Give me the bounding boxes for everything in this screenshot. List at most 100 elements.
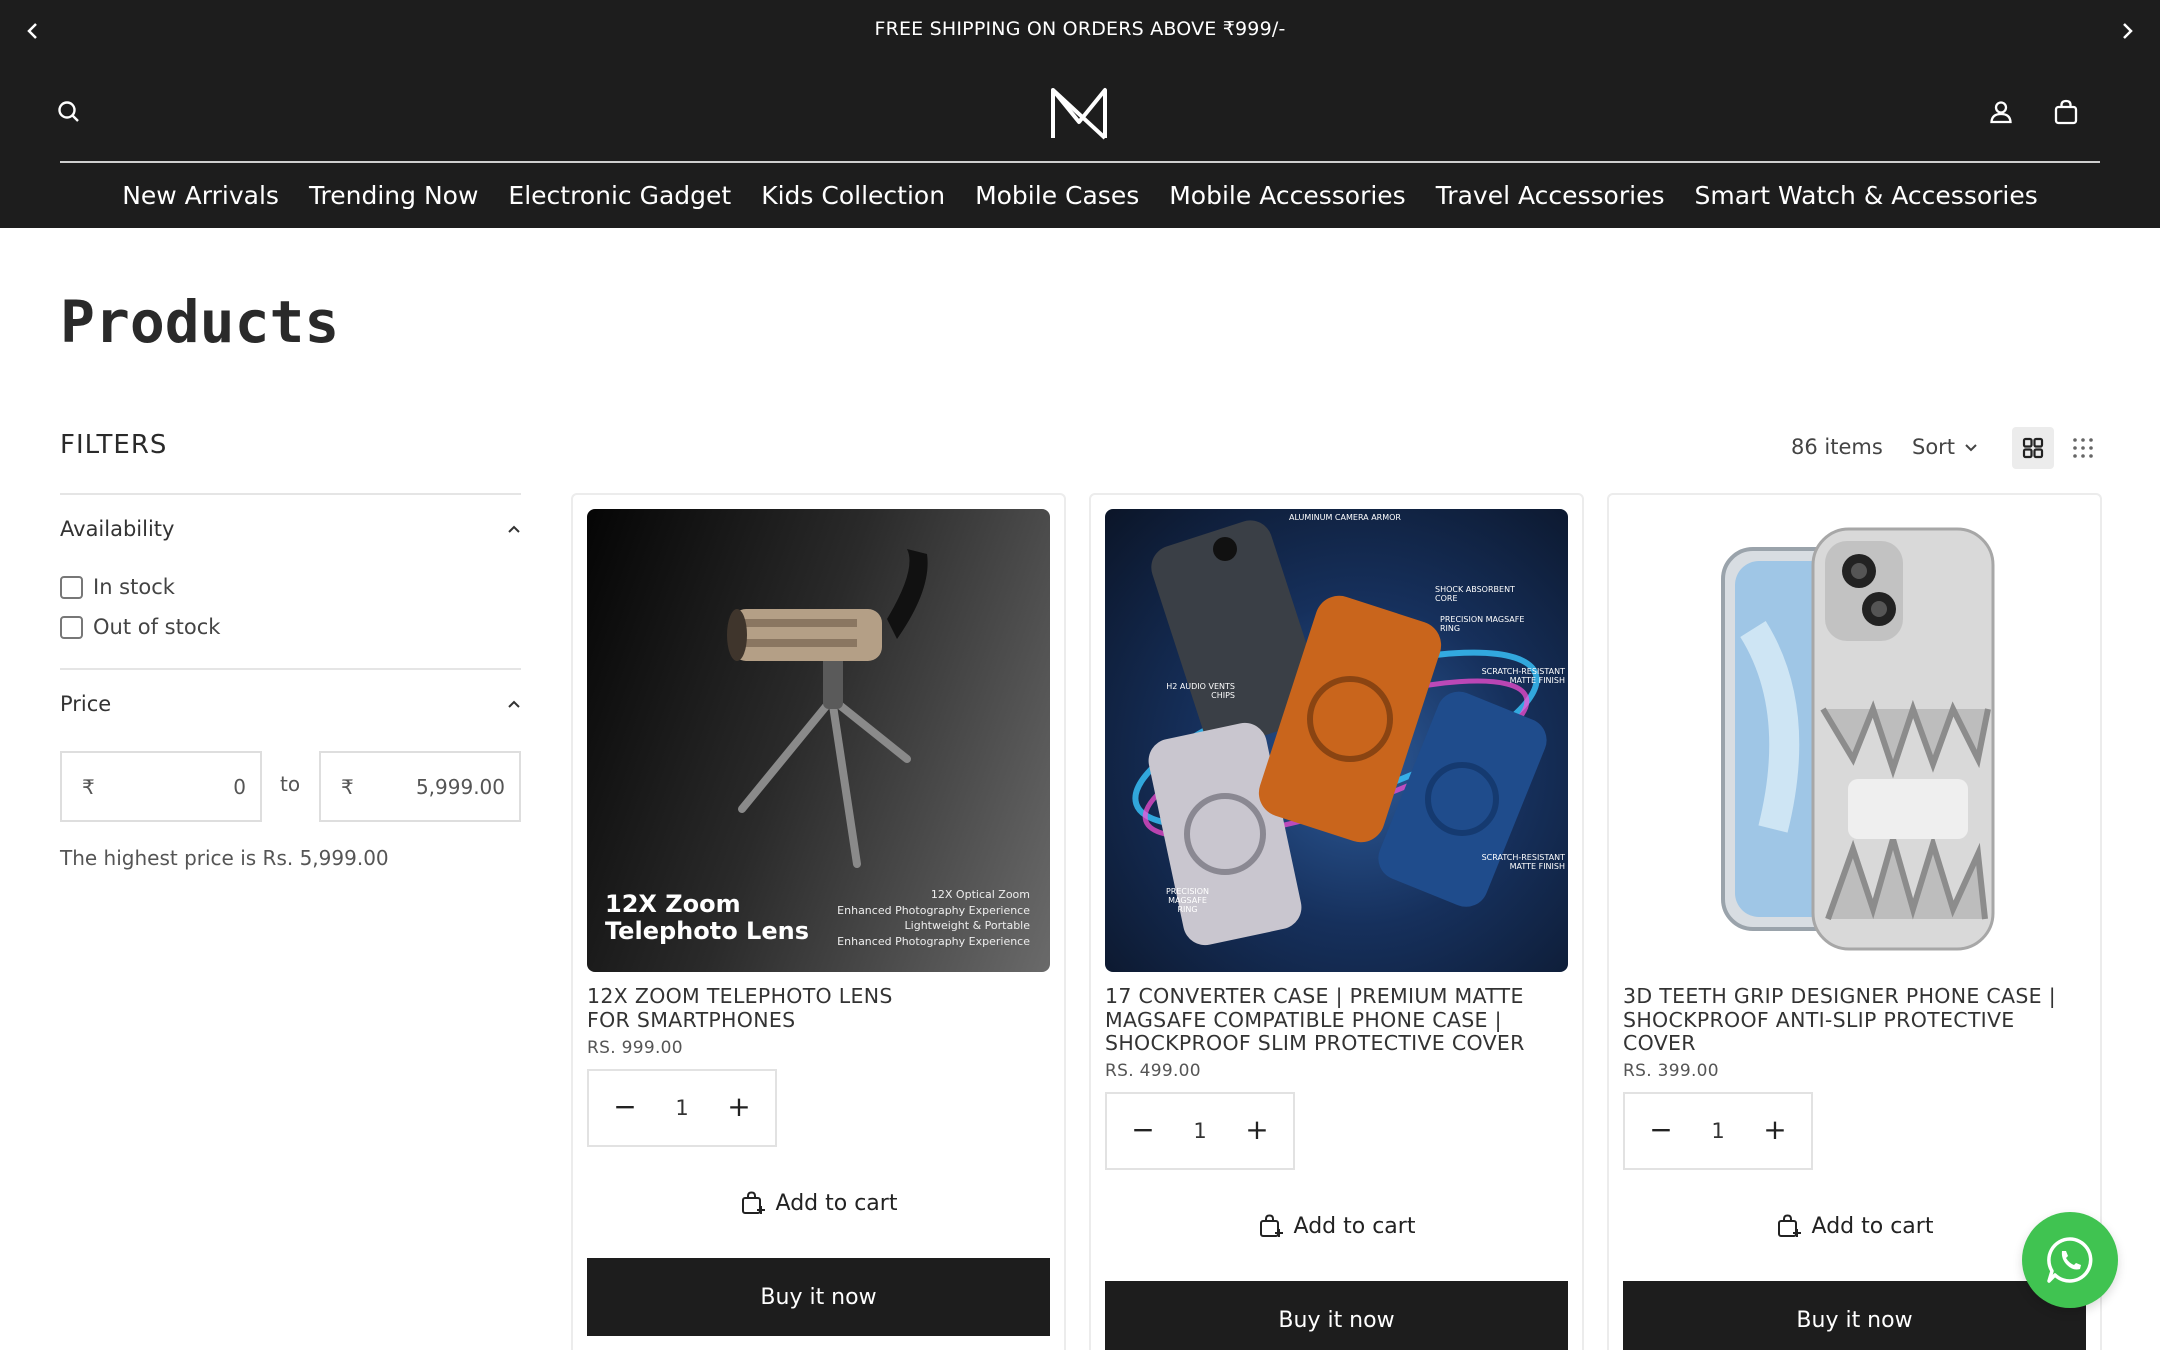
teeth-grip-case-illustration bbox=[1721, 527, 1995, 951]
quantity-value[interactable]: 1 bbox=[1193, 1119, 1206, 1143]
image-callout: H2 AUDIO VENTS CHIPS bbox=[1166, 682, 1235, 700]
price-max-field[interactable]: ₹ 5,999.00 bbox=[319, 751, 521, 822]
buy-now-button[interactable]: Buy it now bbox=[587, 1258, 1050, 1336]
in-stock-label: In stock bbox=[93, 575, 175, 599]
nav-item-mobile-cases[interactable]: Mobile Cases bbox=[975, 181, 1139, 210]
price-filter-toggle[interactable]: Price bbox=[60, 684, 521, 724]
filter-out-of-stock[interactable]: Out of stock bbox=[60, 615, 220, 639]
decrease-quantity-button[interactable]: − bbox=[1131, 1116, 1155, 1144]
product-price: RS. 999.00 bbox=[587, 1038, 683, 1058]
price-min-field[interactable]: ₹ 0 bbox=[60, 751, 262, 822]
search-button[interactable] bbox=[47, 90, 91, 134]
nav-item-kids-collection[interactable]: Kids Collection bbox=[761, 181, 945, 210]
add-to-cart-icon bbox=[1777, 1214, 1801, 1237]
image-headline: 12X Zoom bbox=[605, 890, 741, 918]
image-bullet: Lightweight & Portable bbox=[904, 919, 1030, 932]
price-min-value: 0 bbox=[233, 774, 246, 799]
decrease-quantity-button[interactable]: − bbox=[1649, 1116, 1673, 1144]
product-title[interactable]: 17 CONVERTER CASE | PREMIUM MATTE MAGSAF… bbox=[1105, 984, 1575, 1056]
announcement-bar: FREE SHIPPING ON ORDERS ABOVE ₹999/- bbox=[0, 0, 2160, 62]
currency-symbol: ₹ bbox=[82, 774, 95, 799]
nav-item-travel-accessories[interactable]: Travel Accessories bbox=[1436, 181, 1665, 210]
filter-divider bbox=[60, 493, 521, 495]
product-title[interactable]: 12X ZOOM TELEPHOTO LENS FOR SMARTPHONES bbox=[587, 984, 907, 1032]
nav-item-electronic-gadget[interactable]: Electronic Gadget bbox=[508, 181, 731, 210]
announcement-text: FREE SHIPPING ON ORDERS ABOVE ₹999/- bbox=[874, 18, 1286, 40]
increase-quantity-button[interactable]: + bbox=[727, 1093, 751, 1121]
user-icon bbox=[1990, 101, 2012, 124]
product-image[interactable]: 12X Zoom Telephoto Lens 12X Optical Zoom… bbox=[587, 509, 1050, 972]
product-count: 86 items bbox=[1791, 435, 1883, 459]
filter-divider bbox=[60, 668, 521, 670]
availability-filter-toggle[interactable]: Availability bbox=[60, 509, 521, 549]
add-to-cart-label: Add to cart bbox=[1811, 1213, 1934, 1239]
image-bullet: Enhanced Photography Experience bbox=[837, 903, 1030, 917]
buy-now-button[interactable]: Buy it now bbox=[1623, 1281, 2086, 1350]
account-button[interactable] bbox=[1979, 90, 2023, 134]
decrease-quantity-button[interactable]: − bbox=[613, 1093, 637, 1121]
add-to-cart-icon bbox=[741, 1191, 765, 1214]
quantity-value[interactable]: 1 bbox=[675, 1096, 688, 1120]
add-to-cart-label: Add to cart bbox=[775, 1190, 898, 1216]
image-headline: Telephoto Lens bbox=[605, 917, 809, 945]
product-title[interactable]: 3D TEETH GRIP DESIGNER PHONE CASE | SHOC… bbox=[1623, 984, 2093, 1056]
chevron-right-icon bbox=[2123, 23, 2133, 39]
add-to-cart-button[interactable]: Add to cart bbox=[587, 1178, 1050, 1228]
add-to-cart-icon bbox=[1259, 1214, 1283, 1237]
image-callout: PRECISION MAGSAFE RING bbox=[1165, 887, 1210, 914]
currency-symbol: ₹ bbox=[341, 774, 354, 799]
nav-item-mobile-accessories[interactable]: Mobile Accessories bbox=[1169, 181, 1405, 210]
filters-heading: FILTERS bbox=[60, 430, 168, 460]
image-bullet: 12X Optical Zoom bbox=[930, 888, 1030, 901]
shopping-bag-icon bbox=[2054, 99, 2078, 125]
product-price: RS. 399.00 bbox=[1623, 1061, 1719, 1081]
grid-small-view-button[interactable] bbox=[2062, 427, 2104, 469]
out-of-stock-label: Out of stock bbox=[93, 615, 221, 639]
whatsapp-chat-button[interactable] bbox=[2022, 1212, 2118, 1308]
price-range-separator: to bbox=[280, 772, 301, 796]
nav-item-new-arrivals[interactable]: New Arrivals bbox=[122, 181, 279, 210]
nav-item-smart-watch-accessories[interactable]: Smart Watch & Accessories bbox=[1694, 181, 2037, 210]
quantity-value[interactable]: 1 bbox=[1711, 1119, 1724, 1143]
chevron-down-icon bbox=[1965, 444, 1977, 452]
out-of-stock-checkbox[interactable] bbox=[60, 615, 83, 639]
announcement-next-arrow[interactable] bbox=[2110, 14, 2144, 48]
quantity-stepper: − 1 + bbox=[587, 1069, 777, 1147]
increase-quantity-button[interactable]: + bbox=[1763, 1116, 1787, 1144]
site-header: FREE SHIPPING ON ORDERS ABOVE ₹999/- New… bbox=[0, 0, 2160, 228]
price-max-value: 5,999.00 bbox=[415, 774, 505, 799]
cart-button[interactable] bbox=[2044, 90, 2088, 134]
add-to-cart-button[interactable]: Add to cart bbox=[1105, 1201, 1568, 1251]
highest-price-note: The highest price is Rs. 5,999.00 bbox=[60, 846, 389, 870]
buy-now-button[interactable]: Buy it now bbox=[1105, 1281, 1568, 1350]
increase-quantity-button[interactable]: + bbox=[1245, 1116, 1269, 1144]
sort-label: Sort bbox=[1912, 435, 1956, 459]
page-title: Products bbox=[60, 288, 340, 356]
filter-in-stock[interactable]: In stock bbox=[60, 575, 175, 599]
nav-item-trending-now[interactable]: Trending Now bbox=[309, 181, 478, 210]
product-price: RS. 499.00 bbox=[1105, 1061, 1201, 1081]
availability-filter-label: Availability bbox=[60, 517, 175, 541]
image-callout: SCRATCH-RESISTANT MATTE FINISH bbox=[1481, 853, 1565, 871]
image-callout: SHOCK ABSORBENT CORE bbox=[1435, 585, 1515, 603]
grid-large-view-button[interactable] bbox=[2012, 427, 2054, 469]
search-icon bbox=[58, 101, 79, 122]
brand-logo-icon[interactable] bbox=[1048, 82, 1110, 144]
image-callout: PRECISION MAGSAFE RING bbox=[1440, 615, 1525, 633]
image-callout: SCRATCH-RESISTANT MATTE FINISH bbox=[1481, 667, 1565, 685]
product-image[interactable]: ALUMINUM CAMERA ARMOR SHOCK ABSORBENT CO… bbox=[1105, 509, 1568, 972]
image-bullet: Enhanced Photography Experience bbox=[837, 934, 1030, 948]
grid-2x2-icon bbox=[2022, 437, 2044, 459]
quantity-stepper: − 1 + bbox=[1623, 1092, 1813, 1170]
whatsapp-icon bbox=[2047, 1237, 2093, 1283]
add-to-cart-label: Add to cart bbox=[1293, 1213, 1416, 1239]
price-filter-label: Price bbox=[60, 692, 112, 716]
product-image[interactable] bbox=[1623, 509, 2086, 972]
image-callout: ALUMINUM CAMERA ARMOR bbox=[1289, 513, 1401, 522]
main-navigation: New Arrivals Trending Now Electronic Gad… bbox=[0, 163, 2160, 227]
sort-dropdown[interactable]: Sort bbox=[1912, 435, 1979, 459]
product-card: 12X Zoom Telephoto Lens 12X Optical Zoom… bbox=[571, 493, 1066, 1350]
chevron-up-icon bbox=[508, 700, 520, 708]
in-stock-checkbox[interactable] bbox=[60, 575, 83, 599]
add-to-cart-button[interactable]: Add to cart bbox=[1623, 1201, 2086, 1251]
